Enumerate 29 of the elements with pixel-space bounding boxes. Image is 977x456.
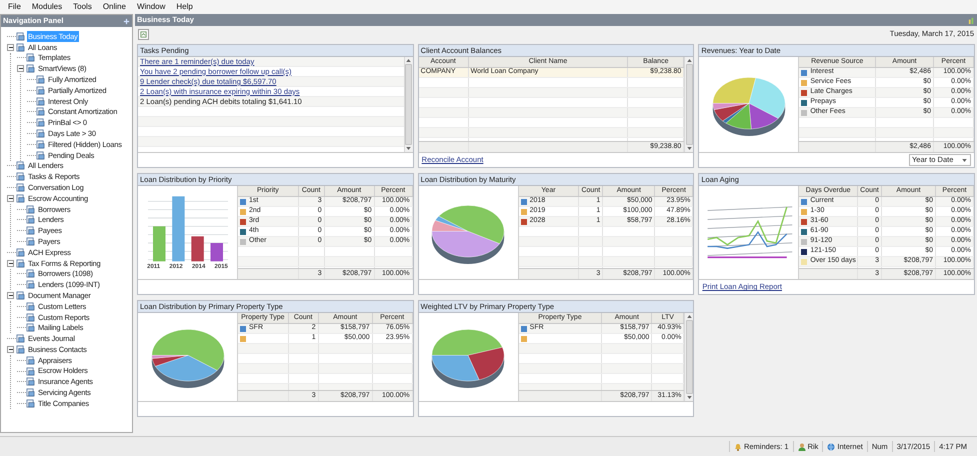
down-arrow-icon[interactable] — [686, 396, 692, 399]
collapse-icon[interactable] — [7, 292, 14, 300]
menu-item[interactable]: Help — [172, 1, 197, 13]
page-icon — [140, 30, 147, 38]
collapse-icon[interactable] — [7, 346, 14, 353]
menu-item[interactable]: Window — [132, 1, 170, 13]
menu-item[interactable]: Modules — [28, 1, 66, 13]
refresh-button[interactable] — [138, 28, 149, 40]
scroll-thumb[interactable] — [686, 320, 693, 394]
scrollbar[interactable] — [684, 313, 694, 401]
scroll-thumb[interactable] — [686, 64, 693, 145]
menu-item[interactable]: Tools — [69, 1, 96, 13]
menu-item[interactable]: Online — [98, 1, 130, 13]
collapse-icon[interactable] — [7, 260, 14, 267]
caret-icon[interactable] — [962, 158, 967, 162]
collapse-icon[interactable] — [7, 194, 14, 202]
menu-item[interactable]: File — [4, 1, 25, 13]
globe-icon — [827, 442, 836, 450]
user-icon — [798, 442, 806, 450]
up-arrow-icon[interactable] — [686, 315, 692, 318]
down-arrow-icon[interactable] — [686, 147, 692, 150]
up-arrow-icon[interactable] — [686, 59, 692, 62]
scroll-thumb[interactable] — [405, 64, 412, 145]
scrollbar[interactable] — [684, 57, 694, 152]
collapse-icon[interactable] — [17, 65, 24, 72]
up-arrow-icon[interactable] — [406, 59, 412, 62]
down-arrow-icon[interactable] — [406, 147, 412, 150]
collapse-icon[interactable] — [7, 44, 14, 51]
bell-icon — [734, 442, 742, 450]
